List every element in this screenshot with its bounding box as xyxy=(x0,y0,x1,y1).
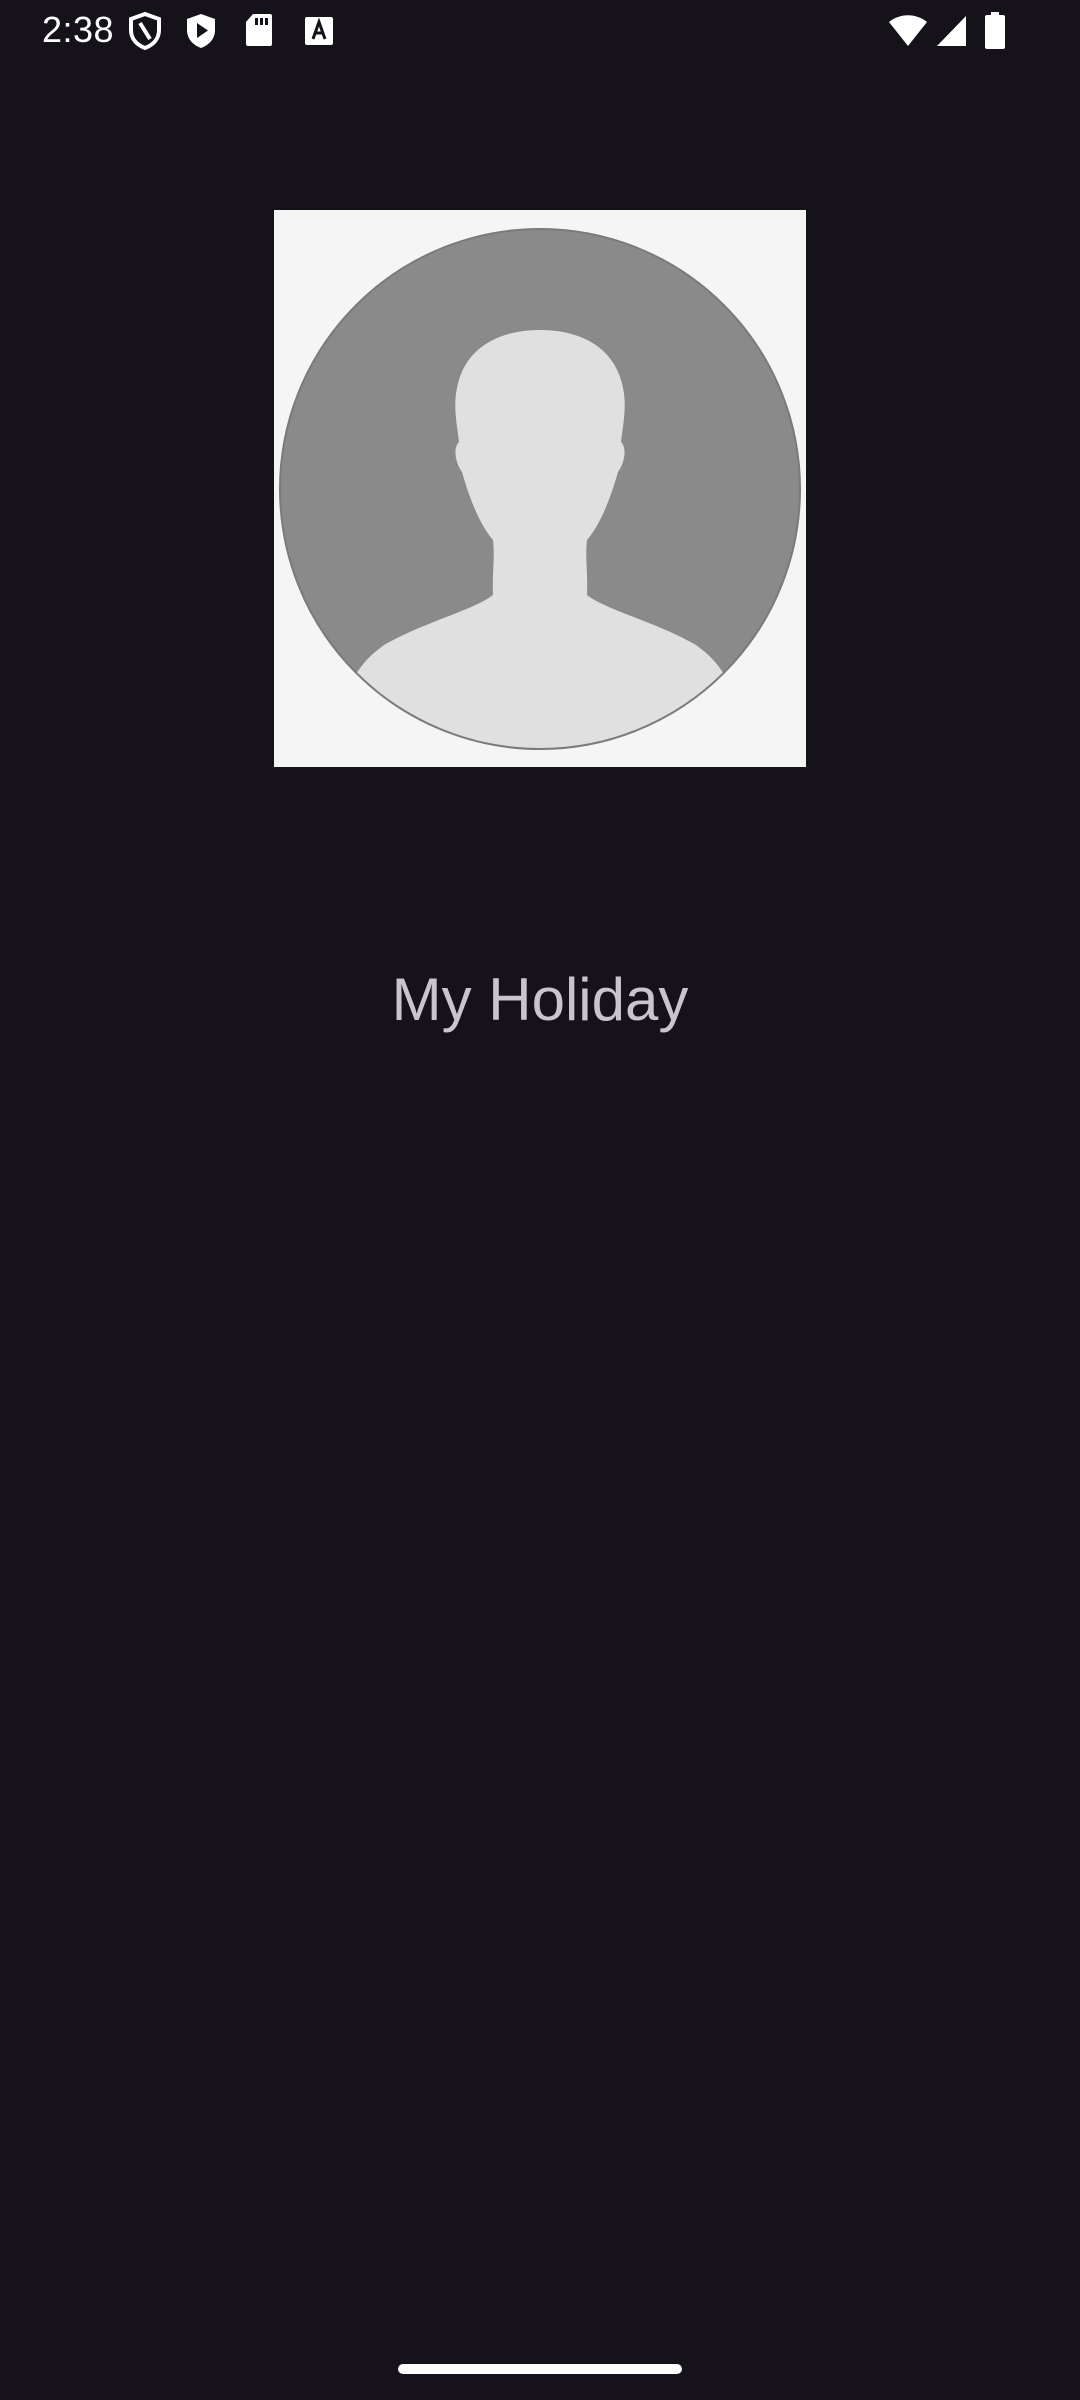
cellular-signal-icon xyxy=(936,14,968,52)
app-screen: 2:38 My Holiday xyxy=(0,0,1080,2400)
play-protect-icon xyxy=(184,12,218,50)
wifi-icon xyxy=(888,14,928,52)
default-person-avatar-icon xyxy=(274,210,806,767)
gesture-nav-handle[interactable] xyxy=(398,2364,682,2374)
status-time: 2:38 xyxy=(42,9,115,50)
page-title: My Holiday xyxy=(391,966,689,1033)
status-bar: 2:38 xyxy=(0,0,1080,64)
battery-icon xyxy=(984,12,1006,50)
profile-avatar[interactable] xyxy=(274,210,806,767)
shield-icon xyxy=(128,12,162,50)
sd-card-icon xyxy=(244,12,274,50)
keyboard-a-icon xyxy=(304,16,334,54)
